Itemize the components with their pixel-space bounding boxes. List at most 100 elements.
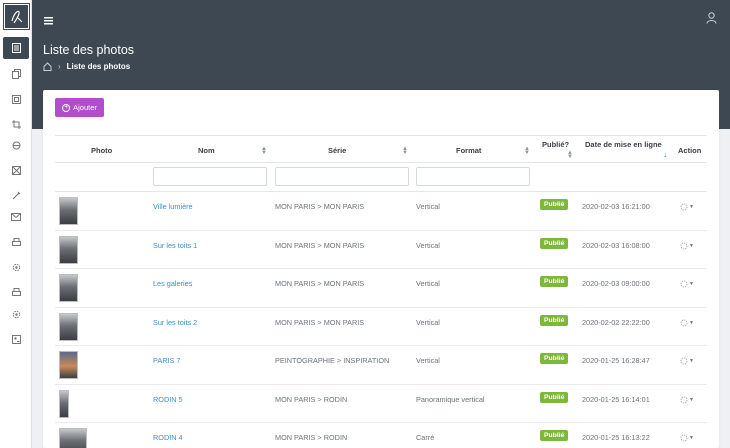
photo-date: 2020-02-03 16:21:00	[582, 202, 650, 211]
status-badge: Publié	[540, 314, 569, 326]
sidebar-item-stamp[interactable]	[0, 134, 32, 156]
sidebar-item-cancel[interactable]	[0, 159, 32, 181]
row-action-menu[interactable]: ▼	[680, 357, 694, 365]
table-row: PARIS 7 PEINTOGRAPHIE > INSPIRATION Vert…	[55, 346, 707, 385]
photo-date: 2020-01-25 16:13:22	[582, 433, 650, 442]
photo-thumbnail[interactable]	[59, 389, 69, 418]
home-icon[interactable]	[43, 62, 52, 71]
status-badge: Publié	[540, 353, 569, 364]
status-badge: Publié	[540, 276, 569, 287]
menu-toggle-icon[interactable]	[44, 12, 53, 30]
stamp-icon	[12, 141, 20, 149]
sort-icon[interactable]: ▲ ▼	[261, 146, 267, 156]
photo-serie: MON PARIS > RODIN	[275, 433, 348, 442]
filter-serie-input[interactable]	[275, 167, 409, 186]
sort-desc-icon[interactable]: ↓	[663, 150, 667, 159]
chevron-right-icon: ›	[58, 62, 61, 71]
plus-circle-icon: +	[62, 103, 71, 112]
col-format[interactable]: Format	[456, 136, 481, 164]
sidebar-item-frame[interactable]	[0, 88, 32, 110]
sidebar-item-copy[interactable]	[0, 63, 32, 85]
gear-icon	[680, 203, 688, 211]
photo-thumbnail[interactable]	[59, 428, 87, 448]
row-action-menu[interactable]: ▼	[680, 319, 694, 327]
row-action-menu[interactable]: ▼	[680, 434, 694, 442]
sort-icon[interactable]: ▲ ▼	[567, 150, 573, 160]
gear-icon	[680, 434, 688, 442]
photo-thumbnail[interactable]	[59, 197, 78, 225]
photo-thumbnail[interactable]	[59, 274, 78, 302]
caret-down-icon: ▼	[689, 396, 694, 403]
table-row: Ville lumière MON PARIS > MON PARIS Vert…	[55, 192, 707, 231]
brush-icon	[12, 191, 20, 199]
caret-down-icon: ▼	[689, 204, 694, 210]
photo-serie: PEINTOGRAPHIE > INSPIRATION	[275, 356, 390, 365]
filter-format-input[interactable]	[416, 167, 530, 186]
sidebar-item-print[interactable]	[0, 231, 32, 253]
row-action-menu[interactable]: ▼	[680, 280, 694, 288]
photo-name-link[interactable]: RODIN 5	[153, 395, 183, 404]
breadcrumb: › Liste des photos	[43, 62, 130, 71]
page-title: Liste des photos	[43, 43, 135, 57]
photo-format: Vertical	[416, 240, 440, 250]
sort-icon[interactable]: ▲ ▼	[402, 146, 408, 156]
add-button[interactable]: + Ajouter	[55, 98, 104, 117]
photo-format: Vertical	[416, 202, 440, 211]
contact-card-icon	[11, 334, 21, 344]
gear-icon	[680, 242, 688, 249]
col-date[interactable]: Date de mise en ligne	[585, 130, 662, 158]
table-header: Photo Nom ▲ ▼ Série ▲ ▼ Format ▲ ▼ Publié? …	[55, 135, 707, 163]
photo-name-link[interactable]: PARIS 7	[153, 356, 180, 365]
user-icon[interactable]	[706, 11, 717, 29]
table-row: RODIN 5 MON PARIS > RODIN Panoramique ve…	[55, 385, 707, 423]
sidebar-item-photos[interactable]	[3, 37, 29, 59]
table-row: Sur les toits 2 MON PARIS > MON PARIS Ve…	[55, 308, 707, 346]
caret-down-icon: ▼	[689, 358, 694, 364]
sidebar-item-settings[interactable]	[0, 256, 32, 278]
copy-icon	[11, 69, 21, 79]
photo-format: Panoramique vertical	[416, 394, 485, 404]
col-nom[interactable]: Nom	[198, 136, 215, 164]
crop-icon	[11, 119, 21, 129]
sidebar-item-print-2[interactable]	[0, 281, 32, 303]
photo-name-link[interactable]: Les galeries	[153, 279, 192, 288]
photo-date: 2020-02-03 09:00:00	[582, 279, 650, 288]
gear-icon	[680, 280, 688, 288]
sort-icon[interactable]: ▲ ▼	[524, 146, 530, 156]
col-serie[interactable]: Série	[328, 136, 346, 164]
row-action-menu[interactable]: ▼	[680, 396, 694, 404]
photo-format: Carré	[416, 433, 435, 442]
printer-icon	[11, 287, 21, 296]
sidebar-item-contact[interactable]	[0, 328, 32, 350]
status-badge: Publié	[540, 199, 569, 210]
sidebar-item-brush[interactable]	[0, 184, 32, 206]
photo-name-link[interactable]: Sur les toits 2	[153, 318, 197, 327]
photo-serie: MON PARIS > MON PARIS	[275, 240, 365, 250]
photo-name-link[interactable]: Sur les toits 1	[153, 241, 197, 250]
breadcrumb-current: Liste des photos	[66, 62, 131, 71]
photo-thumbnail[interactable]	[59, 351, 78, 379]
sidebar-item-settings-2[interactable]	[0, 303, 32, 325]
filter-nom-input[interactable]	[153, 167, 267, 186]
image-frame-icon	[11, 94, 21, 104]
gear-icon	[12, 310, 20, 318]
status-badge: Publié	[540, 237, 569, 249]
photo-thumbnail[interactable]	[59, 312, 78, 341]
gear-icon	[680, 357, 688, 365]
table-row: Les galeries MON PARIS > MON PARIS Verti…	[55, 269, 707, 308]
photo-name-link[interactable]: RODIN 4	[153, 433, 183, 442]
printer-icon	[11, 237, 21, 246]
add-button-label: Ajouter	[73, 103, 97, 112]
sidebar-item-mail[interactable]	[0, 206, 32, 228]
col-publie[interactable]: Publié?	[542, 130, 569, 158]
photo-name-link[interactable]: Ville lumière	[153, 202, 193, 211]
photo-serie: MON PARIS > MON PARIS	[275, 317, 365, 327]
row-action-menu[interactable]: ▼	[680, 242, 694, 250]
logo-icon[interactable]	[3, 3, 30, 30]
row-action-menu[interactable]: ▼	[680, 203, 694, 211]
sidebar-item-crop[interactable]	[0, 113, 32, 135]
caret-down-icon: ▼	[689, 435, 694, 441]
mail-icon	[11, 213, 21, 221]
photo-thumbnail[interactable]	[59, 235, 78, 264]
photo-date: 2020-01-25 16:14:01	[582, 394, 650, 404]
